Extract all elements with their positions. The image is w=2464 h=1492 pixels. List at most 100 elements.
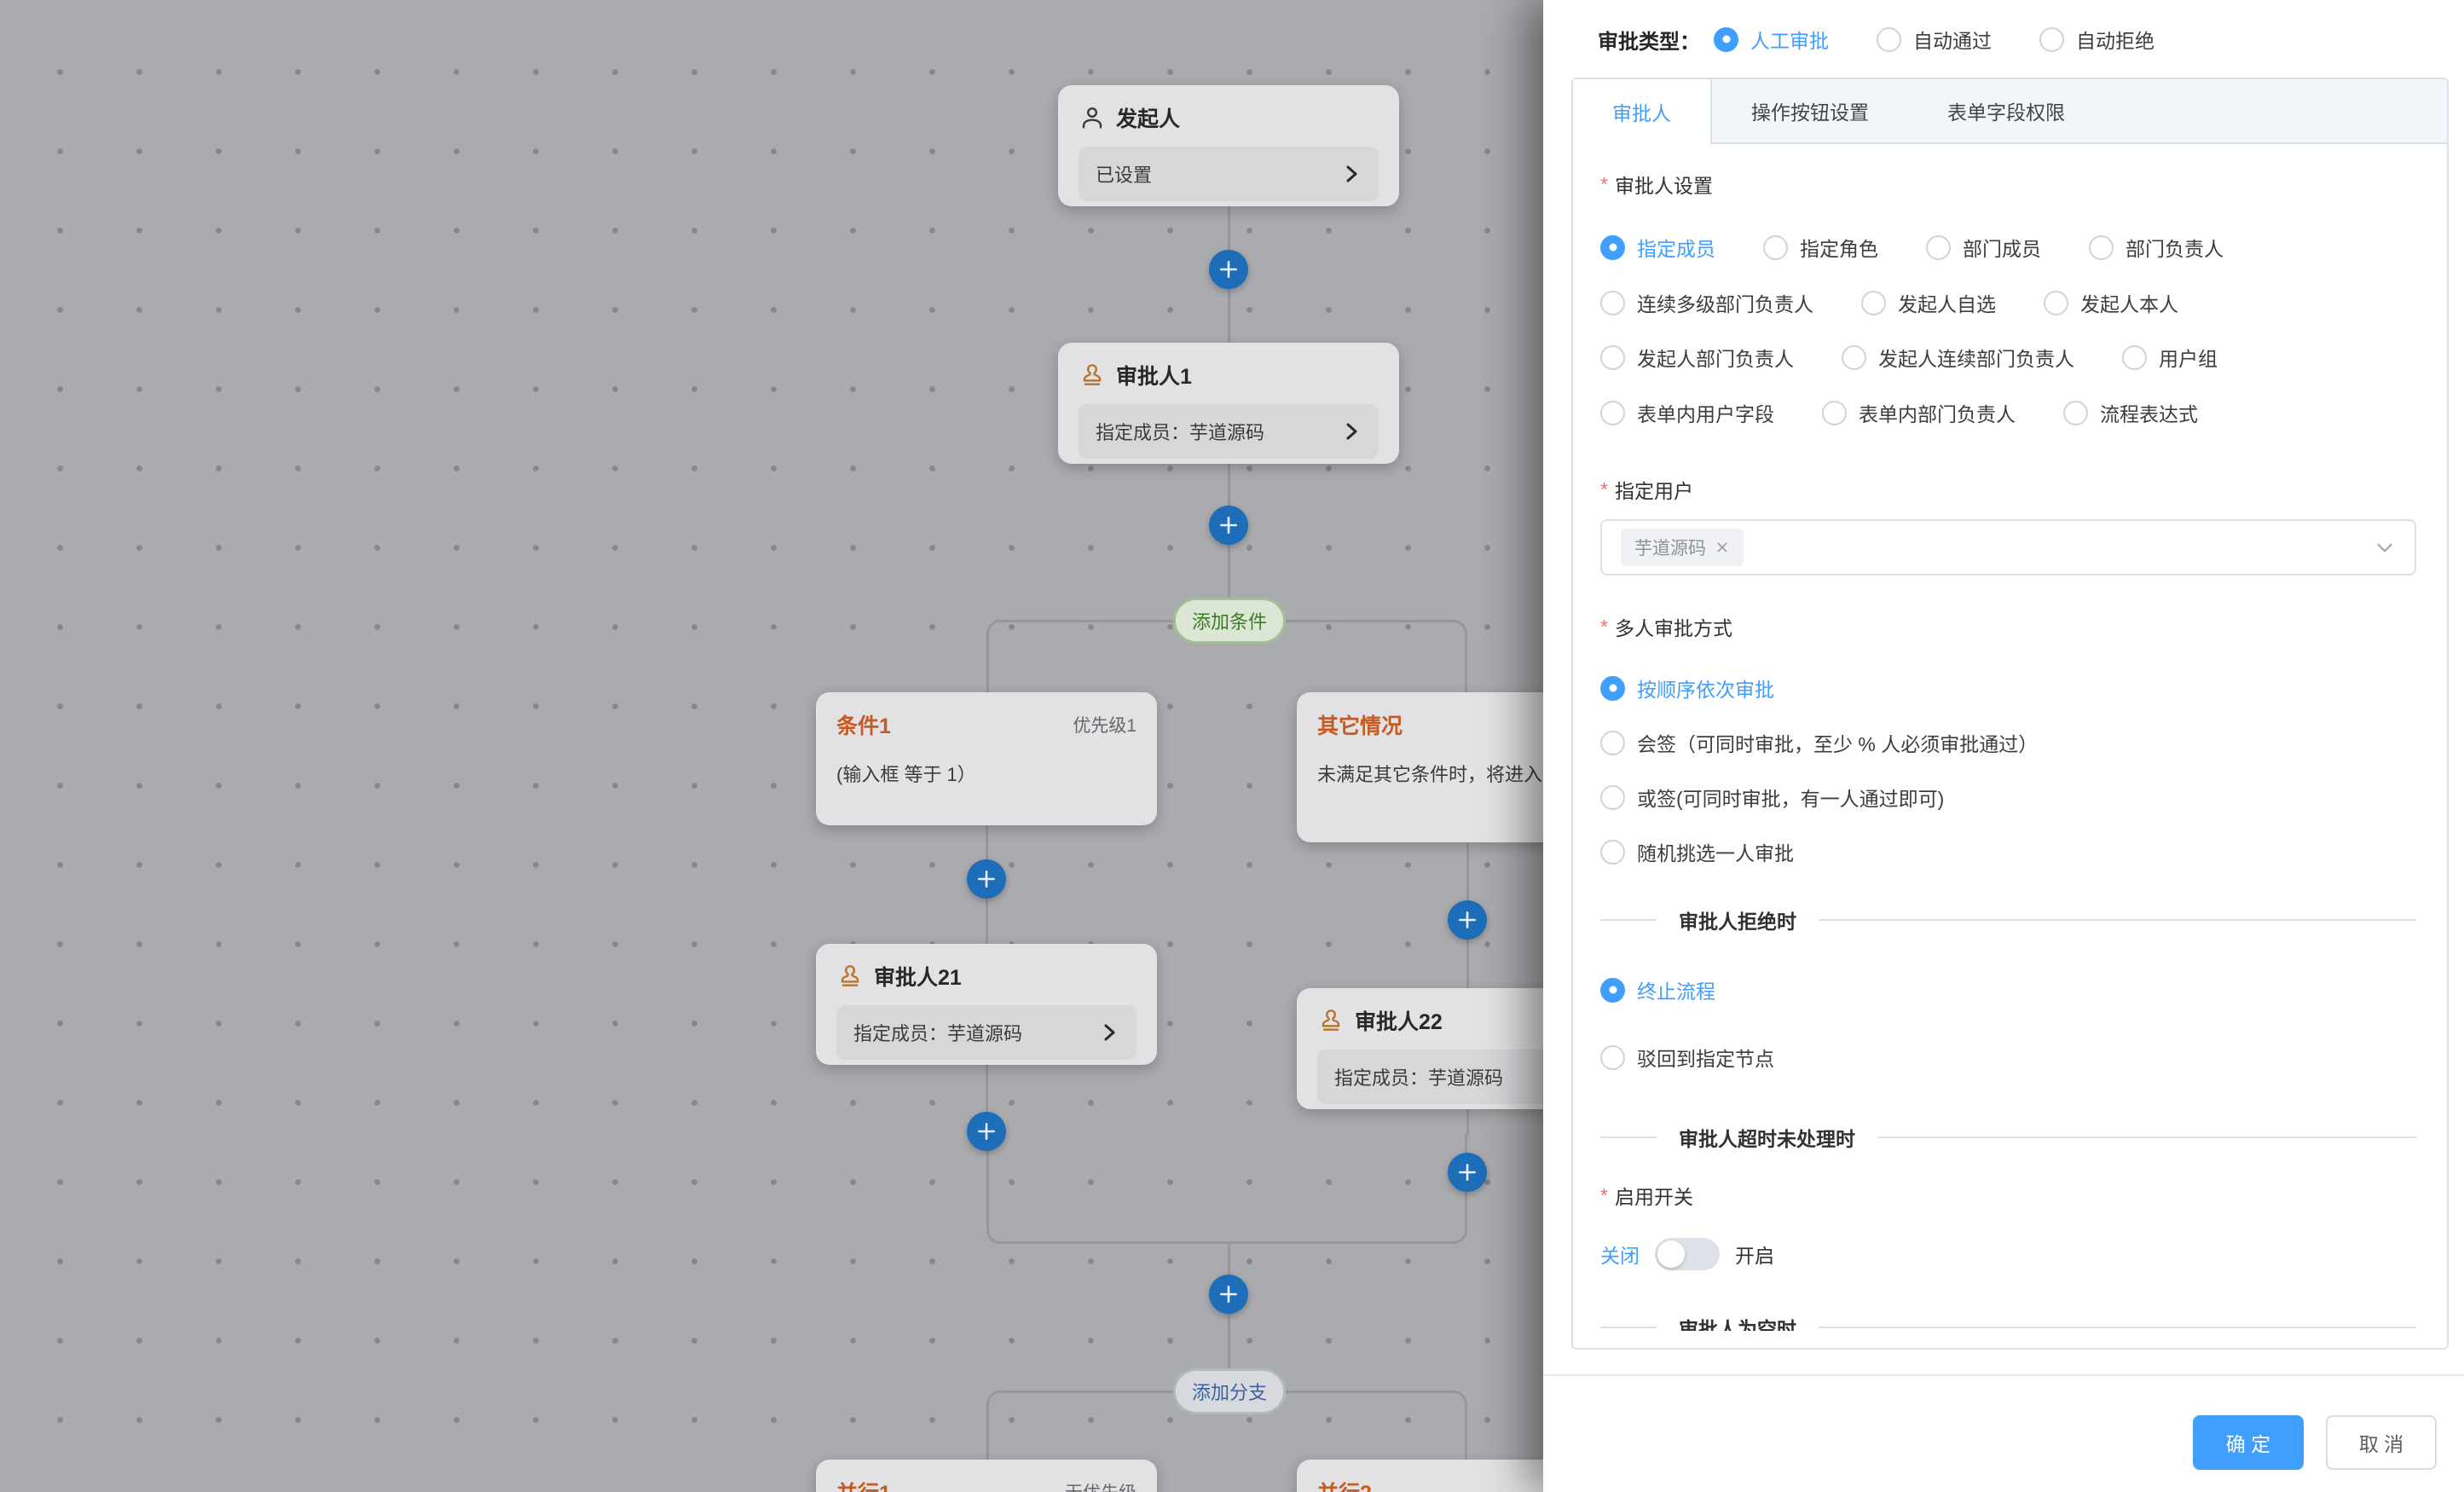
cancel-button[interactable]: 取 消 (2326, 1415, 2437, 1470)
node-approver22-config[interactable]: 指定成员：芋道源码 (1317, 1050, 1543, 1104)
radio-icon (1763, 235, 1788, 260)
tab-button-settings[interactable]: 操作按钮设置 (1712, 79, 1908, 142)
tab-form-field-permissions[interactable]: 表单字段权限 (1908, 79, 2104, 142)
flow-canvas[interactable]: 发起人 已设置 审批人 (0, 0, 1543, 1492)
add-node-button[interactable] (1209, 506, 1248, 545)
timeout-switch-row: 关闭 开启 (1600, 1238, 2416, 1270)
add-node-button[interactable] (967, 859, 1006, 899)
divider-line (1600, 1136, 1657, 1138)
node-start[interactable]: 发起人 已设置 (1058, 85, 1399, 206)
radio-countersign[interactable]: 会签（可同时审批，至少 % 人必须审批通过） (1600, 728, 2416, 757)
enable-switch-toggle[interactable] (1655, 1238, 1720, 1270)
radio-icon (1926, 235, 1951, 260)
node-start-config[interactable]: 已设置 (1079, 147, 1379, 201)
stamp-icon (836, 963, 864, 990)
switch-on-label: 开启 (1735, 1240, 1774, 1269)
radio-assigned-member[interactable]: 指定成员 (1600, 233, 1715, 262)
radio-icon (1842, 345, 1866, 370)
node-approver1[interactable]: 审批人1 指定成员：芋道源码 (1058, 343, 1399, 464)
node-title: 审批人22 (1355, 1005, 1443, 1036)
radio-process-expression[interactable]: 流程表达式 (2063, 398, 2198, 427)
radio-sequential-approval[interactable]: 按顺序依次审批 (1600, 674, 2416, 703)
radio-icon (2039, 27, 2064, 52)
priority-badge: 无优先级 (1065, 1479, 1137, 1492)
plus-icon (1218, 514, 1240, 536)
empty-approver-section-title: 审批人为空时 (1679, 1313, 1796, 1331)
add-condition-button[interactable]: 添加条件 (1173, 598, 1286, 644)
radio-icon (1600, 235, 1625, 260)
radio-or-sign[interactable]: 或签(可同时审批，有一人通过即可) (1600, 783, 2416, 812)
node-approver1-config[interactable]: 指定成员：芋道源码 (1079, 404, 1379, 459)
radio-form-user-field[interactable]: 表单内用户字段 (1600, 398, 1774, 427)
radio-icon (1600, 345, 1625, 370)
add-node-button[interactable] (1448, 900, 1487, 940)
node-approver21-config[interactable]: 指定成员：芋道源码 (836, 1005, 1137, 1060)
radio-or-sign-row: 或签(可同时审批，有一人通过即可) (1600, 783, 2416, 812)
radio-icon (1861, 291, 1886, 315)
radio-auto-approve[interactable]: 自动通过 (1877, 25, 1992, 54)
node-status: 已设置 (1096, 160, 1152, 188)
divider-line (1819, 919, 2416, 921)
radio-sequential-approval-row: 按顺序依次审批 (1600, 674, 2416, 703)
approver-setting-row1: 指定成员 指定角色 部门成员 部门负责人 (1600, 233, 2416, 262)
radio-random-one-row: 随机挑选一人审批 (1600, 837, 2416, 866)
node-condition1[interactable]: 条件1 优先级1 (输入框 等于 1） (816, 692, 1157, 825)
radio-initiator-multi-dept-leader[interactable]: 发起人连续部门负责人 (1842, 343, 2074, 372)
node-title: 审批人1 (1116, 360, 1192, 390)
node-approver22[interactable]: 审批人22 指定成员：芋道源码 (1297, 988, 1543, 1109)
required-asterisk: * (1600, 616, 1608, 639)
node-approver21[interactable]: 审批人21 指定成员：芋道源码 (816, 944, 1157, 1065)
multi-approve-label: * 多人审批方式 (1600, 612, 2416, 641)
radio-initiator-dept-leader[interactable]: 发起人部门负责人 (1600, 343, 1794, 372)
radio-assigned-role[interactable]: 指定角色 (1763, 233, 1878, 262)
radio-dept-member[interactable]: 部门成员 (1926, 233, 2041, 262)
approver-setting-row2: 连续多级部门负责人 发起人自选 发起人本人 (1600, 288, 2416, 317)
tab-approver[interactable]: 审批人 (1573, 79, 1712, 144)
chevron-right-icon (1341, 421, 1362, 442)
radio-form-dept-leader[interactable]: 表单内部门负责人 (1822, 398, 2016, 427)
timeout-section-title: 审批人超时未处理时 (1679, 1123, 1855, 1152)
radio-terminate-row: 终止流程 (1600, 975, 2416, 1004)
add-branch-button[interactable]: 添加分支 (1173, 1368, 1286, 1414)
radio-icon (1600, 1045, 1625, 1070)
person-icon (1079, 104, 1106, 131)
node-parallel1[interactable]: 并行1 无优先级 (816, 1460, 1157, 1492)
radio-terminate-process[interactable]: 终止流程 (1600, 975, 2416, 1004)
node-condition-else[interactable]: 其它情况 优先级2 未满足其它条件时，将进入此分支 (1297, 692, 1543, 842)
add-node-button[interactable] (1209, 250, 1248, 289)
assign-user-select[interactable]: 芋道源码 (1600, 519, 2416, 575)
plus-icon (1456, 909, 1478, 931)
tab-body-scroll-area[interactable]: * 审批人设置 指定成员 指定角色 部门成员 部门负责人 连续多级部门负责人 发… (1573, 144, 2447, 1331)
radio-icon (2122, 345, 2147, 370)
timeout-section-divider: 审批人超时未处理时 (1600, 1123, 2416, 1152)
radio-dept-leader[interactable]: 部门负责人 (2089, 233, 2224, 262)
node-title: 并行1 (836, 1477, 891, 1492)
radio-return-node-row: 驳回到指定节点 (1600, 1043, 2416, 1072)
stamp-icon (1079, 361, 1106, 389)
radio-icon (2089, 235, 2114, 260)
priority-badge: 优先级1 (1073, 712, 1137, 737)
radio-icon (1600, 840, 1625, 865)
node-parallel2[interactable]: 并行2 无优先级 (1297, 1460, 1543, 1492)
tag-close-icon[interactable] (1715, 540, 1730, 555)
radio-multi-level-dept-leader[interactable]: 连续多级部门负责人 (1600, 288, 1813, 317)
node-status: 指定成员：芋道源码 (1096, 418, 1264, 445)
radio-icon (1600, 785, 1625, 810)
confirm-button[interactable]: 确 定 (2193, 1415, 2304, 1470)
radio-random-one[interactable]: 随机挑选一人审批 (1600, 837, 2416, 866)
node-title: 发起人 (1116, 102, 1180, 133)
add-node-button[interactable] (1448, 1153, 1487, 1192)
chevron-right-icon (1341, 164, 1362, 184)
add-node-button[interactable] (967, 1112, 1006, 1151)
radio-user-group[interactable]: 用户组 (2122, 343, 2218, 372)
radio-initiator-select[interactable]: 发起人自选 (1861, 288, 1996, 317)
radio-initiator-self[interactable]: 发起人本人 (2044, 288, 2178, 317)
divider-line (1819, 1327, 2416, 1328)
radio-icon (1822, 401, 1847, 425)
radio-manual-approval[interactable]: 人工审批 (1714, 25, 1829, 54)
add-node-button[interactable] (1209, 1275, 1248, 1314)
approval-config-drawer: 审批类型： 人工审批 自动通过 自动拒绝 审批人 操作按钮设置 (1543, 0, 2464, 1492)
radio-auto-reject[interactable]: 自动拒绝 (2039, 25, 2155, 54)
connector-line (1466, 1108, 1469, 1136)
radio-return-to-node[interactable]: 驳回到指定节点 (1600, 1043, 2416, 1072)
